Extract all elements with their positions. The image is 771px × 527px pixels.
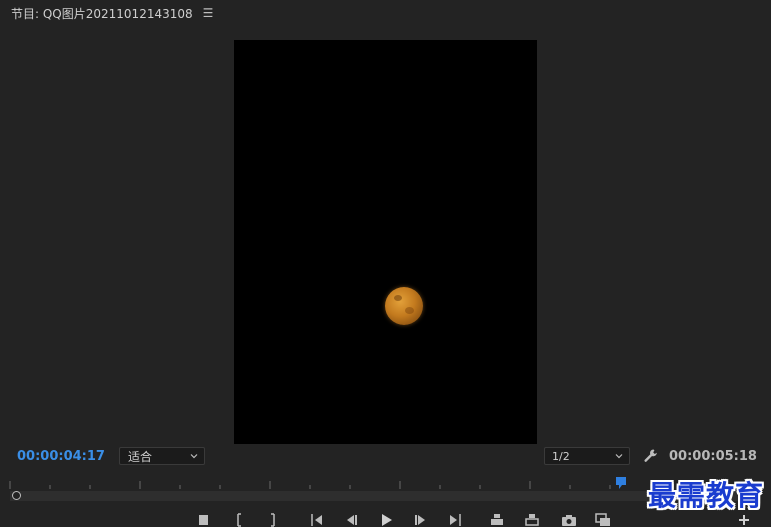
panel-title-bar: 节目: QQ图片20211012143108 ☰ bbox=[0, 0, 771, 26]
wrench-icon[interactable] bbox=[643, 448, 659, 464]
playhead-handle[interactable] bbox=[12, 491, 21, 500]
watermark-logo: 最需教育 bbox=[648, 479, 765, 512]
add-marker-icon[interactable] bbox=[196, 513, 212, 527]
mark-out-icon[interactable] bbox=[264, 513, 280, 527]
panel-menu-icon[interactable]: ☰ bbox=[203, 6, 214, 20]
export-frame-icon[interactable] bbox=[561, 513, 577, 527]
current-timecode[interactable]: 00:00:04:17 bbox=[17, 449, 105, 464]
moon-image bbox=[385, 287, 423, 325]
zoom-fit-value: 适合 bbox=[128, 449, 153, 464]
lift-icon[interactable] bbox=[489, 513, 505, 527]
go-to-out-icon[interactable] bbox=[447, 513, 463, 527]
panel-title: 节目: QQ图片20211012143108 bbox=[11, 6, 193, 21]
marker-flag-icon[interactable] bbox=[615, 476, 627, 490]
step-back-icon[interactable] bbox=[343, 513, 359, 527]
extract-icon[interactable] bbox=[524, 513, 540, 527]
comparison-view-icon[interactable] bbox=[595, 513, 611, 527]
program-monitor-viewer[interactable] bbox=[234, 40, 537, 444]
playback-resolution-value: 1/2 bbox=[552, 449, 570, 463]
chevron-down-icon bbox=[615, 454, 623, 459]
go-to-in-icon[interactable] bbox=[309, 513, 325, 527]
play-icon[interactable] bbox=[378, 513, 394, 527]
button-editor-plus-icon[interactable] bbox=[736, 513, 752, 527]
duration-timecode: 00:00:05:18 bbox=[669, 449, 757, 464]
chevron-down-icon bbox=[190, 454, 198, 459]
playback-resolution-select[interactable]: 1/2 bbox=[544, 447, 630, 465]
zoom-fit-select[interactable]: 适合 bbox=[119, 447, 205, 465]
step-forward-icon[interactable] bbox=[413, 513, 429, 527]
mark-in-icon[interactable] bbox=[232, 513, 248, 527]
monitor-controls-row: 00:00:04:17 适合 1/2 00:00:05:18 bbox=[0, 446, 771, 468]
